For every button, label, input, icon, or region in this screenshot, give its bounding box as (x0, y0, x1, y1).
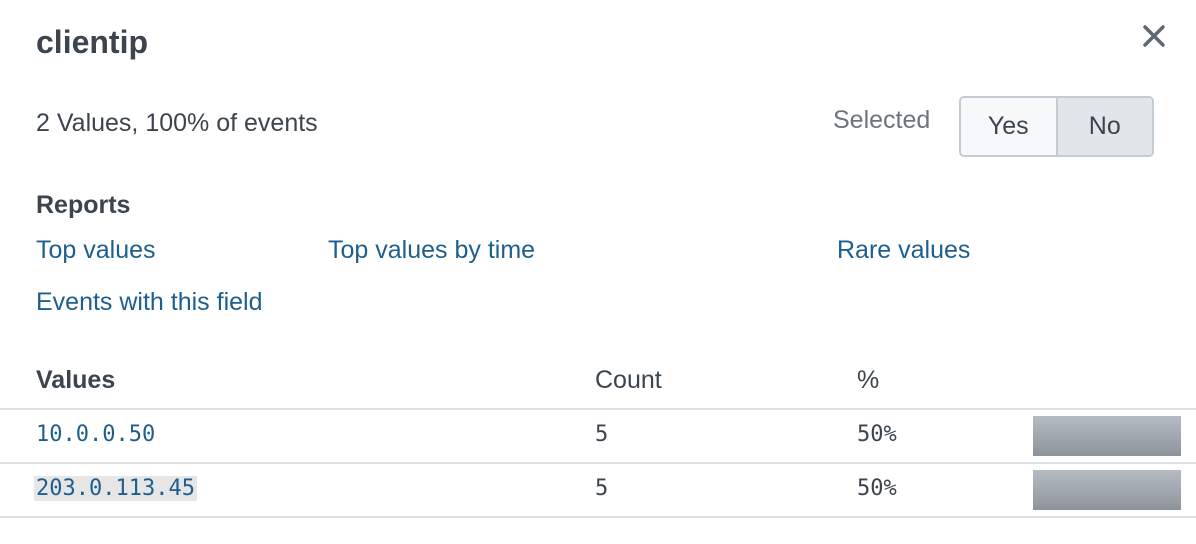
percent-bar-fill (1033, 470, 1181, 510)
value-link[interactable]: 203.0.113.45 (34, 476, 197, 501)
field-title: clientip (36, 24, 149, 60)
selected-yes-button[interactable]: Yes (961, 98, 1058, 155)
percent-bar (1033, 416, 1181, 456)
percent-cell: 50% (857, 422, 897, 447)
events-with-field-link[interactable]: Events with this field (36, 288, 263, 317)
count-cell: 5 (595, 422, 609, 447)
values-column-header: Values (36, 366, 116, 394)
percent-bar (1033, 470, 1181, 510)
top-values-link[interactable]: Top values (36, 236, 156, 265)
header-divider (0, 408, 1196, 410)
percent-cell: 50% (857, 476, 897, 501)
selected-toggle: Yes No (959, 96, 1154, 157)
reports-heading: Reports (36, 191, 131, 219)
selected-label: Selected (833, 106, 931, 134)
percent-bar-fill (1033, 416, 1181, 456)
close-icon[interactable] (1140, 22, 1168, 50)
value-link[interactable]: 10.0.0.50 (36, 422, 155, 447)
rare-values-link[interactable]: Rare values (837, 236, 970, 265)
field-summary: 2 Values, 100% of events (36, 109, 318, 137)
count-cell: 5 (595, 476, 609, 501)
percent-column-header: % (857, 366, 880, 394)
count-column-header: Count (595, 366, 662, 394)
top-values-by-time-link[interactable]: Top values by time (328, 236, 535, 265)
row-divider (0, 516, 1196, 518)
selected-no-button[interactable]: No (1057, 98, 1152, 155)
row-divider (0, 462, 1196, 464)
